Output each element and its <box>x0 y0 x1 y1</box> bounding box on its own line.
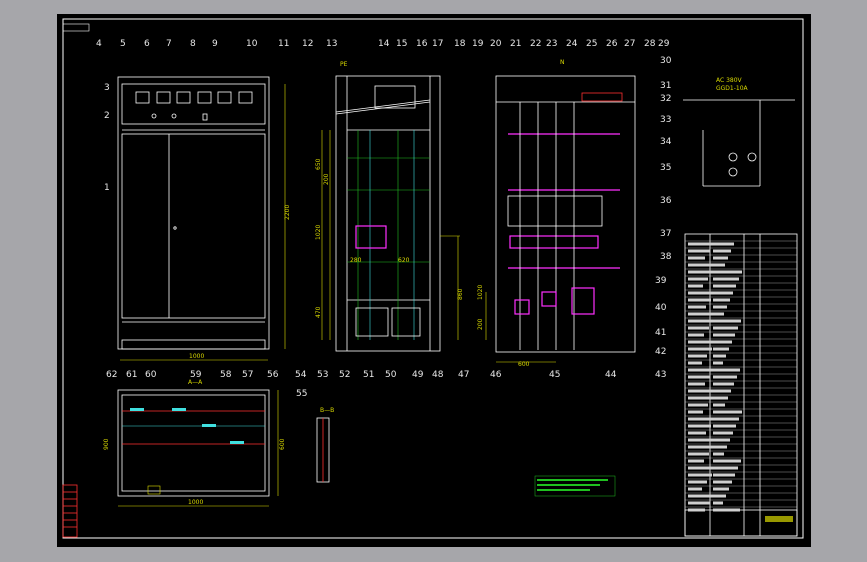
svg-text:200: 200 <box>477 318 484 330</box>
ref-label: 55 <box>296 389 307 399</box>
ref-label: 1 <box>104 183 110 193</box>
ref-label: 43 <box>655 370 666 380</box>
ref-label: 14 <box>378 39 390 49</box>
ref-label: 36 <box>660 196 672 206</box>
svg-text:GGD1-10A: GGD1-10A <box>716 85 749 92</box>
svg-text:2200: 2200 <box>284 205 291 220</box>
ref-label: 2 <box>104 111 110 121</box>
ref-label: 15 <box>396 39 407 49</box>
ref-label: 13 <box>326 39 337 49</box>
svg-text:1020: 1020 <box>477 285 484 300</box>
ref-label: 53 <box>317 370 328 380</box>
ref-label: 5 <box>120 39 126 49</box>
ref-label: 52 <box>339 370 350 380</box>
ref-label: 61 <box>126 370 137 380</box>
ref-label: 19 <box>472 39 484 49</box>
ref-label: 24 <box>566 39 578 49</box>
ref-label: 3 <box>104 83 110 93</box>
ref-label: 46 <box>490 370 502 380</box>
svg-text:B—B: B—B <box>320 407 334 414</box>
ref-label: 45 <box>549 370 560 380</box>
ref-label: 28 <box>644 39 656 49</box>
ref-label: 37 <box>660 229 671 239</box>
svg-text:650: 650 <box>315 158 322 170</box>
ref-label: 62 <box>106 370 117 380</box>
ref-label: 60 <box>145 370 157 380</box>
ref-label: 21 <box>510 39 521 49</box>
svg-text:1000: 1000 <box>188 499 203 506</box>
ref-label: 9 <box>212 39 218 49</box>
ref-label: 57 <box>242 370 253 380</box>
ref-label: 42 <box>655 347 666 357</box>
ref-label: 10 <box>246 39 258 49</box>
ref-label: 17 <box>432 39 443 49</box>
ref-label: 44 <box>605 370 617 380</box>
ref-label: 29 <box>658 39 670 49</box>
ref-label: 56 <box>267 370 279 380</box>
svg-text:860: 860 <box>457 288 464 300</box>
svg-text:AC 380V: AC 380V <box>716 77 743 84</box>
svg-text:1020: 1020 <box>315 225 322 240</box>
ref-label: 50 <box>385 370 397 380</box>
ref-label: 4 <box>96 39 102 49</box>
ref-label: 59 <box>190 370 202 380</box>
svg-text:600: 600 <box>279 438 286 450</box>
svg-text:A—A: A—A <box>188 379 203 386</box>
svg-text:1000: 1000 <box>189 353 204 360</box>
ref-label: 33 <box>660 115 671 125</box>
ref-label: 35 <box>660 163 671 173</box>
ref-label: 26 <box>606 39 618 49</box>
ref-label: 34 <box>660 137 672 147</box>
ref-label: 47 <box>458 370 469 380</box>
ref-label: 32 <box>660 94 671 104</box>
ref-label: 48 <box>432 370 444 380</box>
ref-label: 6 <box>144 39 150 49</box>
svg-text:N: N <box>560 59 565 66</box>
ref-label: 58 <box>220 370 232 380</box>
ref-label: 31 <box>660 81 671 91</box>
ref-label: 51 <box>363 370 374 380</box>
ref-label: 7 <box>166 39 172 49</box>
ref-label: 12 <box>302 39 313 49</box>
ref-label: 16 <box>416 39 428 49</box>
ref-label: 40 <box>655 303 667 313</box>
cad-drawing: 2200 1000 650 200 1020 470 860 280 620 P… <box>0 0 867 562</box>
ref-label: 54 <box>295 370 307 380</box>
ref-label: 11 <box>278 39 289 49</box>
ref-label: 8 <box>190 39 196 49</box>
ref-label: 27 <box>624 39 635 49</box>
ref-label: 49 <box>412 370 424 380</box>
ref-label: 22 <box>530 39 541 49</box>
ref-label: 39 <box>655 276 667 286</box>
svg-text:900: 900 <box>103 438 110 450</box>
svg-text:620: 620 <box>398 257 410 264</box>
ref-label: 41 <box>655 328 666 338</box>
svg-text:PE: PE <box>340 61 348 68</box>
svg-text:470: 470 <box>315 306 322 318</box>
ref-label: 20 <box>490 39 502 49</box>
ref-label: 18 <box>454 39 466 49</box>
ref-label: 38 <box>660 252 672 262</box>
svg-text:600: 600 <box>518 361 530 368</box>
svg-text:280: 280 <box>350 257 362 264</box>
drawing-svg: 2200 1000 650 200 1020 470 860 280 620 P… <box>57 14 811 547</box>
svg-text:200: 200 <box>323 173 330 185</box>
ref-label: 23 <box>546 39 557 49</box>
ref-label: 25 <box>586 39 597 49</box>
ref-label: 30 <box>660 56 672 66</box>
